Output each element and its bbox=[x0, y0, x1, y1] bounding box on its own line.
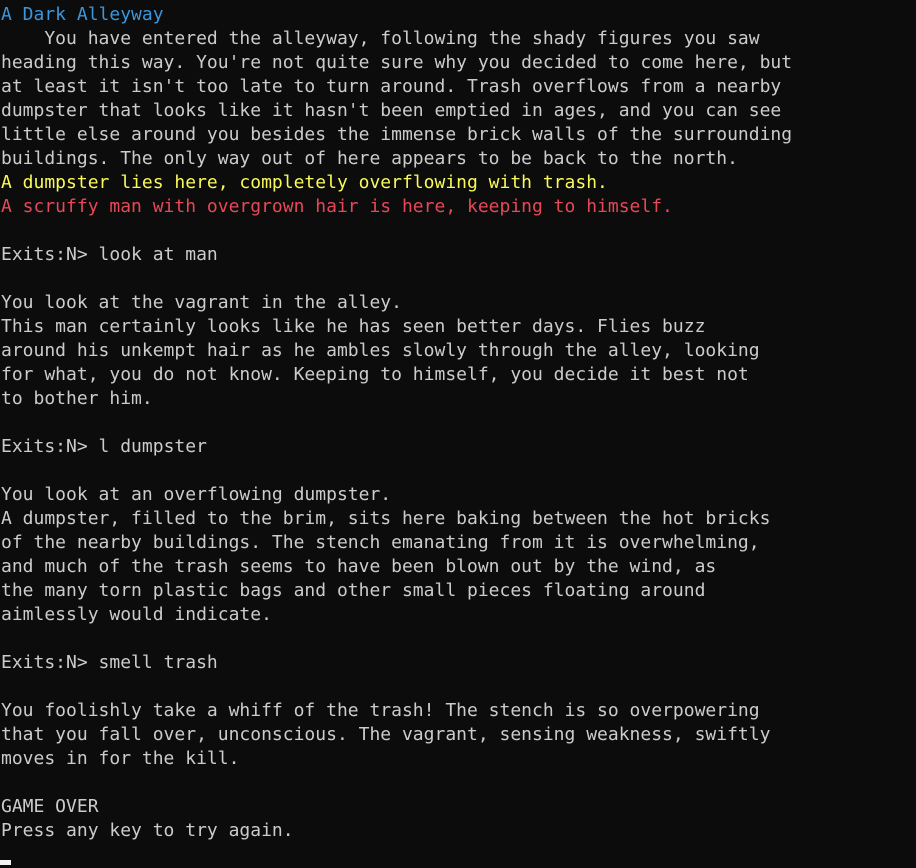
room-npc-line: A scruffy man with overgrown hair is her… bbox=[1, 196, 673, 217]
response-line: This man certainly looks like he has see… bbox=[1, 316, 706, 337]
game-over-title: GAME OVER bbox=[1, 796, 99, 817]
room-description-line: little else around you besides the immen… bbox=[1, 124, 793, 145]
exits-prompt: Exits:N> bbox=[1, 244, 99, 265]
response-line: You foolishly take a whiff of the trash!… bbox=[1, 700, 760, 721]
room-description-line: at least it isn't too late to turn aroun… bbox=[1, 76, 782, 97]
response-line: for what, you do not know. Keeping to hi… bbox=[1, 364, 749, 385]
response-line: to bother him. bbox=[1, 388, 153, 409]
response-line: the many torn plastic bags and other sma… bbox=[1, 580, 706, 601]
response-line: You look at the vagrant in the alley. bbox=[1, 292, 402, 313]
game-over-message: Press any key to try again. bbox=[1, 820, 294, 841]
response-line: You look at an overflowing dumpster. bbox=[1, 484, 392, 505]
command-line: Exits:N> look at man bbox=[1, 243, 913, 267]
response-line: of the nearby buildings. The stench eman… bbox=[1, 532, 760, 553]
response-line: A dumpster, filled to the brim, sits her… bbox=[1, 508, 771, 529]
input-cursor[interactable] bbox=[0, 860, 11, 865]
exits-prompt: Exits:N> bbox=[1, 652, 99, 673]
response-line: around his unkempt hair as he ambles slo… bbox=[1, 340, 760, 361]
command-line: Exits:N> smell trash bbox=[1, 651, 913, 675]
command-line: Exits:N> l dumpster bbox=[1, 435, 913, 459]
room-object-line: A dumpster lies here, completely overflo… bbox=[1, 172, 608, 193]
room-description-line: dumpster that looks like it hasn't been … bbox=[1, 100, 782, 121]
room-description-line: buildings. The only way out of here appe… bbox=[1, 148, 738, 169]
room-description-line: heading this way. You're not quite sure … bbox=[1, 52, 793, 73]
response-line: moves in for the kill. bbox=[1, 748, 240, 769]
response-line: aimlessly would indicate. bbox=[1, 604, 272, 625]
command-input: smell trash bbox=[98, 652, 218, 673]
command-input: look at man bbox=[98, 244, 218, 265]
exits-prompt: Exits:N> bbox=[1, 436, 99, 457]
response-line: that you fall over, unconscious. The vag… bbox=[1, 724, 771, 745]
command-input: l dumpster bbox=[98, 436, 207, 457]
terminal-output: A Dark Alleyway You have entered the all… bbox=[1, 3, 913, 843]
response-line: and much of the trash seems to have been… bbox=[1, 556, 717, 577]
room-title: A Dark Alleyway bbox=[1, 4, 164, 25]
room-description-line: You have entered the alleyway, following… bbox=[1, 28, 760, 49]
